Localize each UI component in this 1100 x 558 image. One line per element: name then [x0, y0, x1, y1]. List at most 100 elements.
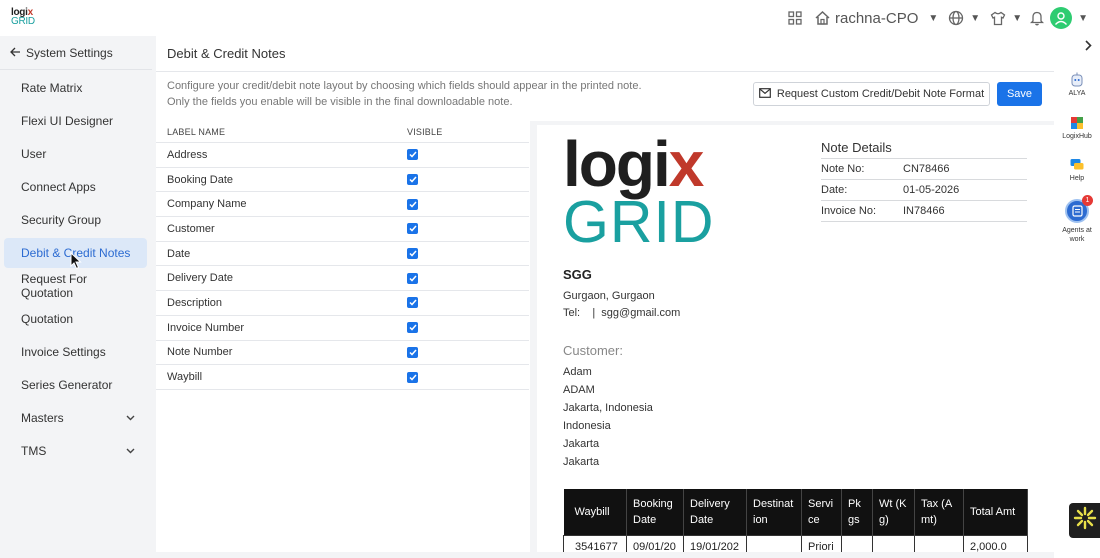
note-detail-key: Invoice No:	[821, 205, 877, 217]
collapse-rail-button[interactable]	[1076, 36, 1100, 58]
rail-item-help[interactable]: Help	[1056, 157, 1098, 182]
sidebar-item-flexi-ui-designer[interactable]: Flexi UI Designer	[4, 106, 147, 136]
customer-line: Indonesia	[563, 420, 611, 432]
app-logo[interactable]: logix GRID	[11, 8, 35, 27]
table-row: Customer	[156, 217, 529, 242]
table-row: Booking Date	[156, 168, 529, 193]
customer-label: Customer:	[563, 343, 623, 358]
field-label: Customer	[167, 222, 215, 235]
page-title: Debit & Credit Notes	[167, 46, 286, 61]
preview-items-table: Waybill Booking Date Delivery Date Desti…	[563, 489, 1028, 552]
company-contact: Tel: | sgg@gmail.com	[563, 307, 681, 319]
visible-checkbox[interactable]	[407, 248, 418, 260]
field-label: Booking Date	[167, 173, 234, 186]
chevron-down-icon	[126, 446, 135, 456]
sidebar-item-quotation[interactable]: Quotation	[4, 304, 147, 334]
column-header: Waybill	[563, 489, 627, 535]
sidebar-item-label: Series Generator	[21, 378, 113, 392]
visible-checkbox[interactable]	[407, 149, 418, 161]
sidebar-item-label: TMS	[21, 444, 47, 458]
table-cell: 09/01/202	[626, 534, 684, 552]
visible-checkbox[interactable]	[407, 346, 418, 358]
table-cell: 35416777	[563, 534, 627, 552]
mail-icon	[758, 87, 771, 101]
sidebar-item-series-generator[interactable]: Series Generator	[4, 370, 147, 400]
sidebar-item-label: Connect Apps	[21, 180, 96, 194]
company-logo: logix GRID	[563, 132, 715, 252]
note-details-title: Note Details	[821, 140, 1027, 159]
rail-item-label: Help	[1069, 175, 1085, 182]
company-name: SGG	[563, 267, 592, 282]
user-name[interactable]: rachna-CPO	[835, 10, 918, 27]
visible-checkbox[interactable]	[407, 174, 418, 186]
note-detail-value: 01-05-2026	[903, 184, 960, 196]
visible-checkbox[interactable]	[407, 297, 418, 309]
visible-checkbox[interactable]	[407, 272, 418, 284]
sidebar-item-rate-matrix[interactable]: Rate Matrix	[4, 73, 147, 103]
sidebar-item-label: Rate Matrix	[21, 81, 83, 95]
chat-widget-button[interactable]	[1069, 503, 1100, 538]
avatar[interactable]	[1050, 7, 1073, 29]
visible-checkbox[interactable]	[407, 223, 418, 235]
table-cell: 19/01/202	[683, 534, 747, 552]
home-icon[interactable]	[814, 10, 831, 26]
table-row: Date	[156, 242, 529, 267]
visible-checkbox[interactable]	[407, 371, 418, 383]
table-cell	[746, 534, 802, 552]
chevron-down-icon[interactable]: ▼	[1078, 13, 1088, 24]
table-header: LABEL NAME VISIBLE	[156, 121, 529, 143]
field-label: Invoice Number	[167, 321, 245, 334]
sidebar-item-tms[interactable]: TMS	[4, 436, 147, 466]
table-row: Delivery Date	[156, 266, 529, 292]
top-bar: logix GRID rachna-CPO ▼ ▼ ▼ ▼	[0, 0, 1100, 36]
sidebar-item-security-group[interactable]: Security Group	[4, 205, 147, 235]
chevron-down-icon[interactable]: ▼	[970, 13, 980, 24]
rail-item-logixhub[interactable]: LogixHub	[1056, 115, 1098, 140]
bell-icon[interactable]	[1030, 10, 1045, 26]
note-detail-key: Note No:	[821, 163, 865, 175]
table-cell	[914, 534, 964, 552]
sidebar-item-connect-apps[interactable]: Connect Apps	[4, 172, 147, 202]
title-divider	[156, 71, 1054, 72]
save-button[interactable]: Save	[997, 82, 1042, 106]
rail-item-label: ALYA	[1068, 90, 1086, 97]
chevron-right-icon	[1084, 38, 1092, 56]
rail-item-label: LogixHub	[1062, 133, 1092, 140]
sidebar-item-invoice-settings[interactable]: Invoice Settings	[4, 337, 147, 367]
globe-icon[interactable]	[948, 10, 964, 26]
field-visibility-table: LABEL NAME VISIBLE Address Booking Date …	[156, 121, 529, 390]
sidebar-item-label: User	[21, 147, 47, 161]
column-header: Delivery Date	[683, 489, 747, 535]
column-header: Booking Date	[626, 489, 684, 535]
column-header-label-name: LABEL NAME	[167, 126, 226, 137]
company-address-block: Gurgaon, Gurgaon Tel: | sgg@gmail.com	[563, 288, 680, 322]
visible-checkbox[interactable]	[407, 322, 418, 334]
sidebar-item-user[interactable]: User	[4, 139, 147, 169]
logo-text-bottom: GRID	[11, 16, 35, 27]
help-chat-icon	[1069, 157, 1085, 173]
rail-item-alya[interactable]: ALYA	[1056, 72, 1098, 97]
back-to-system-settings[interactable]: System Settings	[10, 46, 113, 60]
note-detail-key: Date:	[821, 184, 848, 196]
sidebar-item-masters[interactable]: Masters	[4, 403, 147, 433]
sidebar-item-label: Invoice Settings	[21, 345, 106, 359]
visible-checkbox[interactable]	[407, 198, 418, 210]
request-custom-format-button[interactable]: Request Custom Credit/Debit Note Format	[753, 82, 990, 106]
mouse-cursor-icon	[70, 251, 82, 275]
table-row: Waybill	[156, 365, 529, 390]
chevron-down-icon[interactable]: ▼	[928, 13, 938, 24]
chevron-down-icon[interactable]: ▼	[1012, 13, 1022, 24]
shirt-icon[interactable]	[990, 11, 1006, 26]
sidebar-item-request-for-quotation[interactable]: Request For Quotation	[4, 271, 147, 301]
table-row: Description	[156, 291, 529, 316]
table-row: Company Name	[156, 192, 529, 218]
column-header: Service	[801, 489, 842, 535]
column-header: Total Amt	[963, 489, 1028, 535]
sparkle-icon	[1073, 506, 1097, 535]
note-preview: logix GRID Note Details Note No: CN78466 …	[537, 125, 1054, 552]
sidebar-item-label: Request For Quotation	[21, 272, 88, 300]
apps-grid-icon[interactable]	[788, 11, 802, 25]
note-details: Note Details Note No: CN78466 Date: 01-05-…	[821, 140, 1027, 222]
customer-block: Adam ADAM Jakarta, Indonesia Indonesia J…	[563, 363, 653, 471]
rail-item-agents-at-work[interactable]: 1 Agents at work	[1056, 195, 1098, 244]
